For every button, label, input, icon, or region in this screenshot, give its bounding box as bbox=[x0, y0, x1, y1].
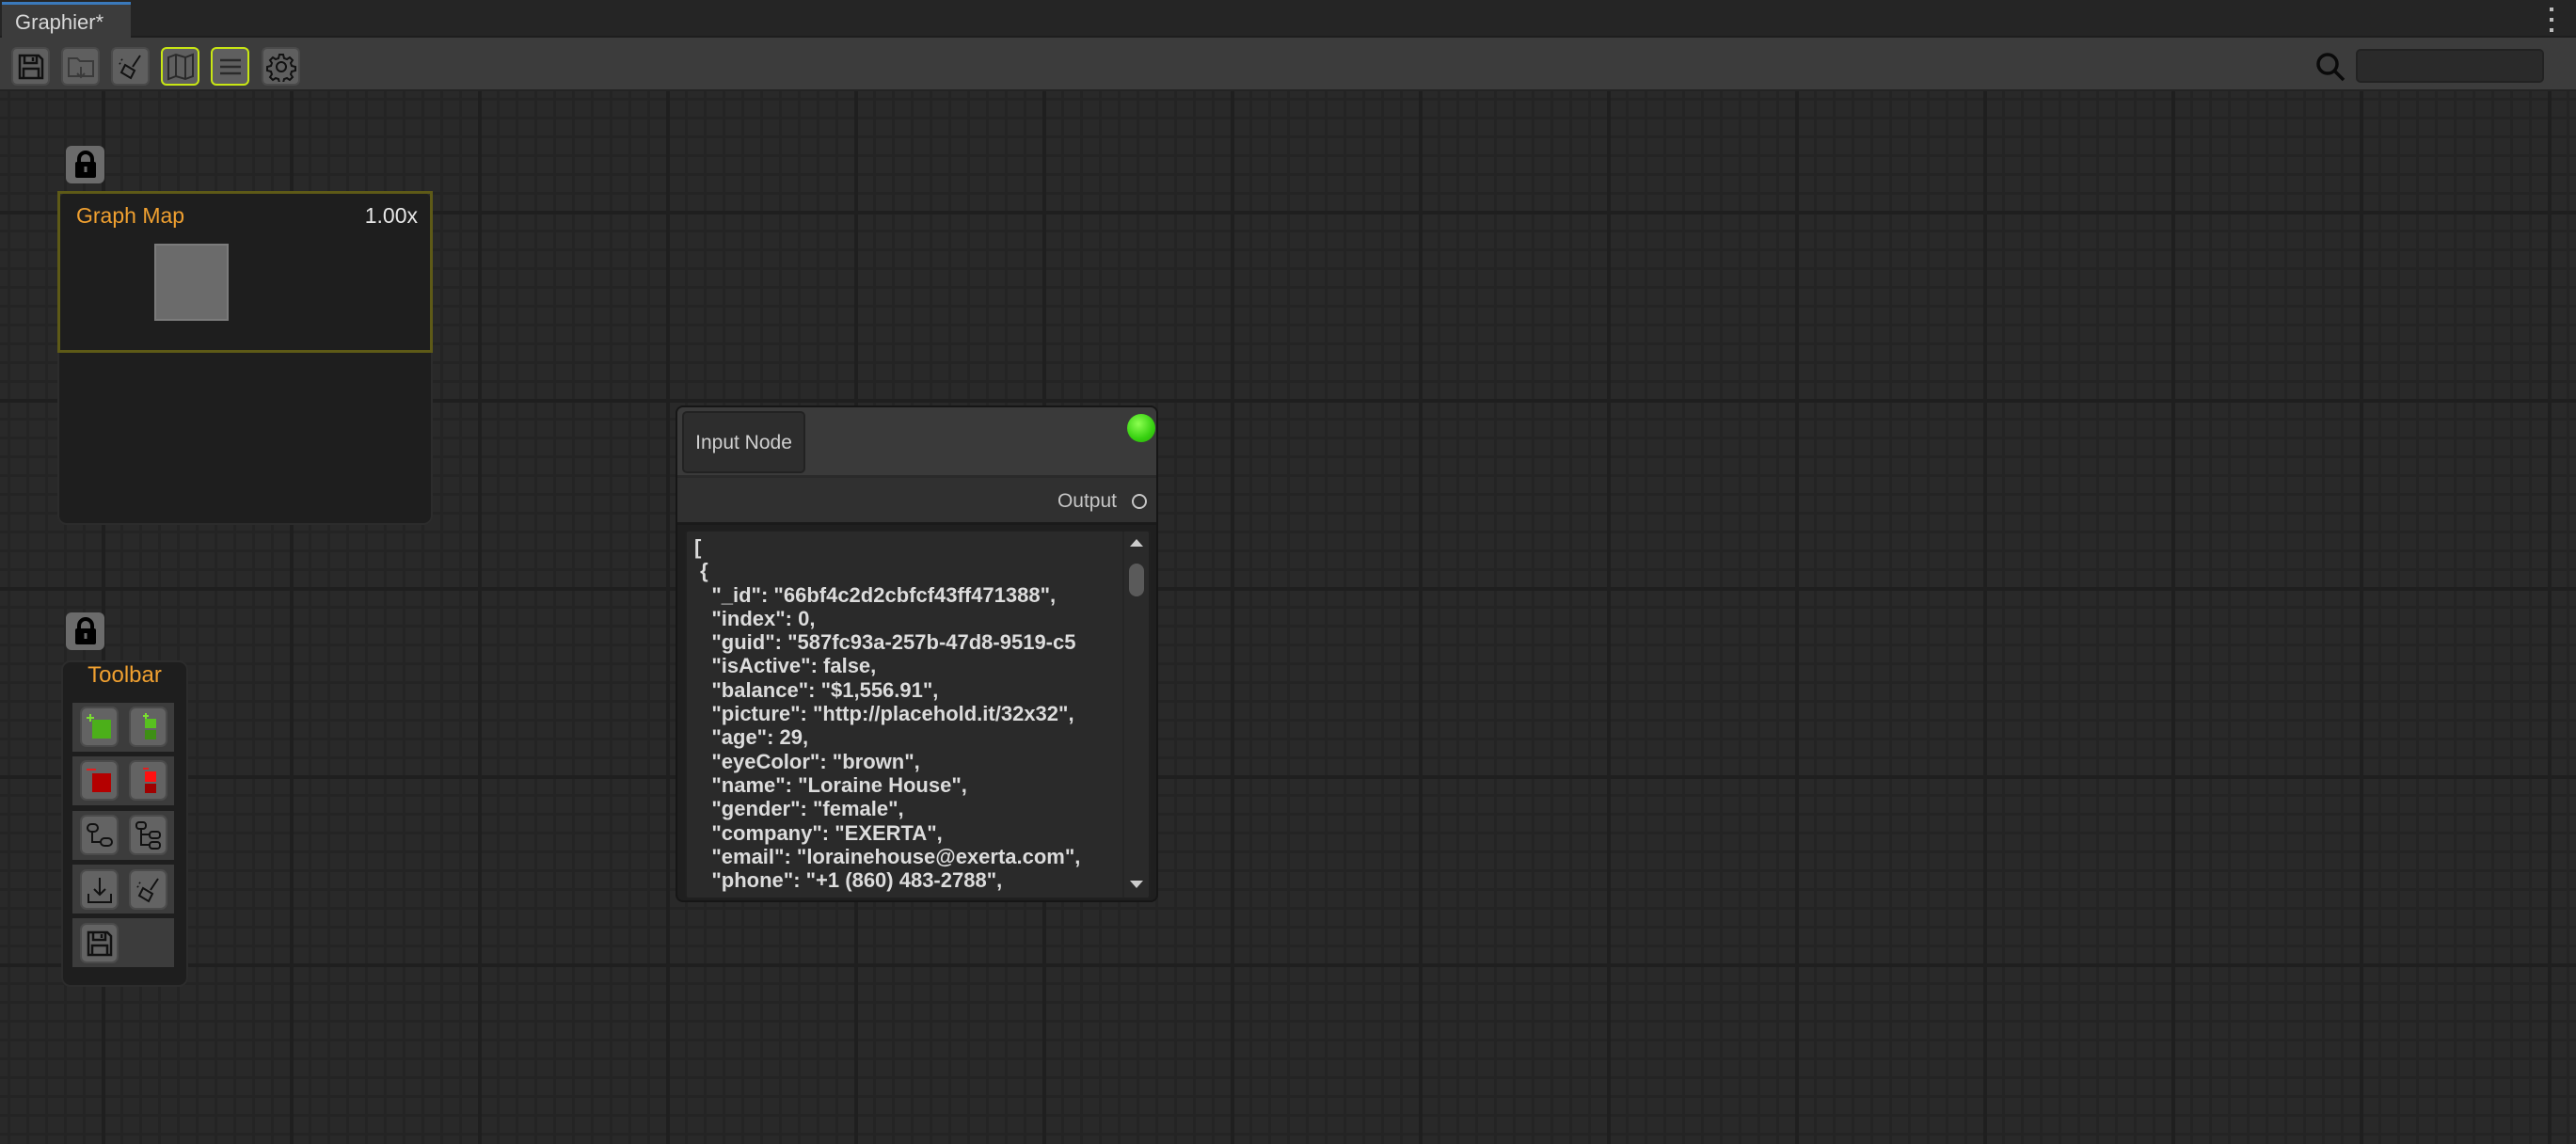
map-icon bbox=[166, 52, 196, 82]
add-node-icon bbox=[85, 712, 115, 742]
remove-group-button[interactable] bbox=[129, 760, 167, 801]
scroll-down-arrow-icon[interactable] bbox=[1130, 881, 1143, 888]
hierarchy-icon bbox=[134, 820, 164, 850]
json-line: "balance": "$1,556.91", bbox=[694, 678, 1127, 702]
folder-download-icon bbox=[66, 52, 96, 82]
json-line: "age": 29, bbox=[694, 725, 1127, 749]
json-line: [ bbox=[694, 535, 1127, 559]
floppy-disk-icon bbox=[85, 929, 115, 959]
tab-graphier[interactable]: Graphier* bbox=[2, 2, 131, 38]
search-icon bbox=[2314, 51, 2346, 83]
lock-icon bbox=[73, 151, 98, 179]
connect-nodes-button[interactable] bbox=[80, 815, 119, 855]
remove-node-icon bbox=[85, 766, 115, 796]
kebab-menu-icon[interactable] bbox=[2545, 8, 2558, 32]
json-line: "name": "Loraine House", bbox=[694, 773, 1127, 797]
input-node[interactable]: Input Node Output [ { "_id": "66bf4c2d2c… bbox=[676, 405, 1158, 902]
toolbar-toggle[interactable] bbox=[211, 47, 249, 86]
toolbar-lock-button[interactable] bbox=[66, 612, 104, 650]
json-line: "phone": "+1 (860) 483-2788", bbox=[694, 868, 1127, 892]
json-line: "eyeColor": "brown", bbox=[694, 750, 1127, 773]
toolbar-panel-title: Toolbar bbox=[61, 662, 188, 689]
json-line: "index": 0, bbox=[694, 607, 1127, 630]
graph-map-zoom-level: 1.00x bbox=[348, 203, 418, 229]
json-line: "guid": "587fc93a-257b-47d8-9519-c5 bbox=[694, 630, 1127, 654]
json-line: "isActive": false, bbox=[694, 654, 1127, 677]
vertical-scrollbar[interactable] bbox=[1122, 532, 1147, 899]
clear-graph-button[interactable] bbox=[129, 869, 167, 910]
status-indicator-icon bbox=[1127, 414, 1155, 442]
json-line: "gender": "female", bbox=[694, 797, 1127, 820]
save-button[interactable] bbox=[11, 47, 50, 86]
add-node-button[interactable] bbox=[80, 707, 119, 747]
broom-icon bbox=[134, 875, 164, 905]
scroll-up-arrow-icon[interactable] bbox=[1130, 539, 1143, 547]
remove-group-icon bbox=[134, 766, 164, 796]
json-text-area[interactable]: [ { "_id": "66bf4c2d2cbfcf43ff471388", "… bbox=[685, 530, 1151, 899]
json-line: { bbox=[694, 559, 1127, 582]
graph-map-toggle[interactable] bbox=[161, 47, 199, 86]
json-content: [ { "_id": "66bf4c2d2cbfcf43ff471388", "… bbox=[694, 535, 1127, 892]
remove-node-button[interactable] bbox=[80, 760, 119, 801]
graph-map-lock-button[interactable] bbox=[66, 146, 104, 183]
download-icon bbox=[85, 875, 115, 905]
load-button[interactable] bbox=[61, 47, 100, 86]
import-button[interactable] bbox=[80, 869, 119, 910]
output-port-icon[interactable] bbox=[1132, 494, 1147, 509]
graph-map-title: Graph Map bbox=[76, 203, 184, 229]
lock-icon bbox=[73, 617, 98, 645]
json-line: "company": "EXERTA", bbox=[694, 821, 1127, 845]
add-group-button[interactable] bbox=[129, 707, 167, 747]
output-port-row: Output bbox=[677, 478, 1158, 525]
main-toolbar bbox=[0, 38, 2576, 91]
hierarchy-layout-button[interactable] bbox=[129, 815, 167, 855]
search-input[interactable] bbox=[2356, 49, 2544, 83]
node-link-icon bbox=[85, 820, 115, 850]
add-group-icon bbox=[134, 712, 164, 742]
scrollbar-thumb[interactable] bbox=[1129, 564, 1144, 596]
broom-icon bbox=[116, 52, 146, 82]
floppy-disk-icon bbox=[16, 52, 46, 82]
json-line: "email": "lorainehouse@exerta.com", bbox=[694, 845, 1127, 868]
json-line: "_id": "66bf4c2d2cbfcf43ff471388", bbox=[694, 583, 1127, 607]
gear-icon bbox=[266, 52, 296, 82]
node-title: Input Node bbox=[682, 411, 805, 473]
settings-button[interactable] bbox=[262, 47, 300, 86]
save-graph-button[interactable] bbox=[80, 923, 119, 963]
tab-bar: Graphier* bbox=[0, 0, 2576, 38]
clear-button[interactable] bbox=[111, 47, 150, 86]
output-label: Output bbox=[1057, 490, 1117, 513]
graph-map-view-rect[interactable] bbox=[154, 244, 229, 321]
node-header[interactable]: Input Node bbox=[677, 407, 1158, 478]
json-line: "picture": "http://placehold.it/32x32", bbox=[694, 702, 1127, 725]
list-icon bbox=[215, 52, 246, 82]
